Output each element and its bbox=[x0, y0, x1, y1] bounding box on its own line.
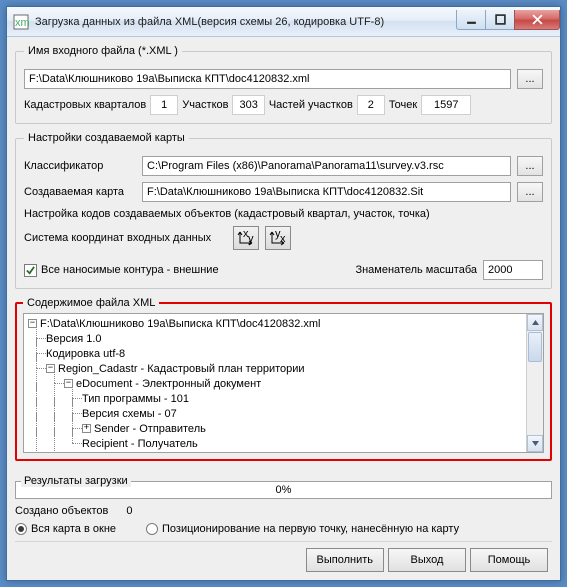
outer-contours-label: Все наносимые контура - внешние bbox=[41, 264, 219, 276]
scroll-up-button[interactable] bbox=[527, 314, 543, 331]
crs-yx-button[interactable]: yx bbox=[265, 226, 291, 250]
map-settings-group: Настройки создаваемой карты Классификато… bbox=[15, 132, 552, 289]
footer-buttons: Выполнить Выход Помощь bbox=[15, 541, 552, 574]
window-buttons bbox=[457, 10, 560, 30]
maximize-button[interactable] bbox=[485, 10, 515, 30]
tree-recipient[interactable]: Recipient - Получатель bbox=[82, 438, 198, 450]
tree-edoc[interactable]: eDocument - Электронный документ bbox=[76, 378, 261, 390]
parts-label: Частей участков bbox=[269, 99, 353, 111]
results-legend: Результаты загрузки bbox=[21, 475, 131, 487]
parcels-value: 303 bbox=[232, 95, 264, 115]
input-file-path[interactable]: F:\Data\Клюшниково 19а\Выписка КПТ\doc41… bbox=[24, 69, 511, 89]
run-button[interactable]: Выполнить bbox=[306, 548, 384, 572]
window-title: Загрузка данных из файла XML(версия схем… bbox=[35, 16, 457, 28]
scroll-down-button[interactable] bbox=[527, 435, 543, 452]
tree-sender[interactable]: Sender - Отправитель bbox=[94, 423, 206, 435]
crs-xy-button[interactable]: xy bbox=[233, 226, 259, 250]
opt-full-map-radio[interactable]: Вся карта в окне bbox=[15, 523, 116, 535]
parts-value: 2 bbox=[357, 95, 385, 115]
browse-classifier-button[interactable]: ... bbox=[517, 156, 543, 176]
expand-icon[interactable]: + bbox=[82, 424, 91, 433]
help-button[interactable]: Помощь bbox=[470, 548, 548, 572]
client-area: Имя входного файла (*.XML ) F:\Data\Клюш… bbox=[7, 37, 560, 580]
classifier-field[interactable]: C:\Program Files (x86)\Panorama\Panorama… bbox=[142, 156, 511, 176]
progress-text: 0% bbox=[276, 484, 292, 496]
scale-field[interactable]: 2000 bbox=[483, 260, 543, 280]
tree-version[interactable]: Версия 1.0 bbox=[46, 333, 102, 345]
created-objects-label: Создано объектов bbox=[15, 505, 108, 517]
close-button[interactable] bbox=[514, 10, 560, 30]
classifier-label: Классификатор bbox=[24, 160, 136, 172]
map-settings-legend: Настройки создаваемой карты bbox=[24, 132, 189, 144]
input-file-group: Имя входного файла (*.XML ) F:\Data\Клюш… bbox=[15, 45, 552, 124]
tree-schemaver[interactable]: Версия схемы - 07 bbox=[82, 408, 177, 420]
svg-text:xml: xml bbox=[15, 17, 29, 29]
titlebar[interactable]: xml Загрузка данных из файла XML(версия … bbox=[7, 7, 560, 37]
tree-scrollbar[interactable] bbox=[526, 314, 543, 452]
codes-hint: Настройка кодов создаваемых объектов (ка… bbox=[24, 208, 430, 220]
opt-position-label: Позиционирование на первую точку, нанесё… bbox=[162, 523, 459, 535]
exit-button[interactable]: Выход bbox=[388, 548, 466, 572]
browse-input-button[interactable]: ... bbox=[517, 69, 543, 89]
xml-contents-group: Содержимое файла XML −F:\Data\Клюшниково… bbox=[15, 297, 552, 461]
minimize-button[interactable] bbox=[456, 10, 486, 30]
tree-ptype[interactable]: Тип программы - 101 bbox=[82, 393, 189, 405]
opt-full-map-label: Вся карта в окне bbox=[31, 523, 116, 535]
collapse-icon[interactable]: − bbox=[46, 364, 55, 373]
collapse-icon[interactable]: − bbox=[28, 319, 37, 328]
xml-contents-legend: Содержимое файла XML bbox=[23, 297, 159, 309]
collapse-icon[interactable]: − bbox=[64, 379, 73, 388]
xml-tree[interactable]: −F:\Data\Клюшниково 19а\Выписка КПТ\doc4… bbox=[23, 313, 544, 453]
points-value: 1597 bbox=[421, 95, 471, 115]
scroll-thumb[interactable] bbox=[528, 332, 542, 362]
parcels-label: Участков bbox=[182, 99, 228, 111]
crs-label: Система координат входных данных bbox=[24, 232, 211, 244]
opt-position-radio[interactable]: Позиционирование на первую точку, нанесё… bbox=[146, 523, 459, 535]
dialog-window: xml Загрузка данных из файла XML(версия … bbox=[6, 6, 561, 581]
created-objects-value: 0 bbox=[126, 505, 132, 517]
tree-encoding[interactable]: Кодировка utf-8 bbox=[46, 348, 125, 360]
created-map-field[interactable]: F:\Data\Клюшниково 19а\Выписка КПТ\doc41… bbox=[142, 182, 511, 202]
scale-label: Знаменатель масштаба bbox=[355, 264, 477, 276]
browse-created-map-button[interactable]: ... bbox=[517, 182, 543, 202]
tree-region[interactable]: Region_Cadastr - Кадастровый план террит… bbox=[58, 363, 305, 375]
svg-text:x: x bbox=[280, 233, 286, 245]
points-label: Точек bbox=[389, 99, 417, 111]
svg-text:y: y bbox=[248, 233, 254, 245]
tree-root[interactable]: F:\Data\Клюшниково 19а\Выписка КПТ\doc41… bbox=[40, 318, 320, 330]
input-file-legend: Имя входного файла (*.XML ) bbox=[24, 45, 182, 57]
outer-contours-checkbox[interactable]: Все наносимые контура - внешние bbox=[24, 264, 219, 277]
kvartals-value: 1 bbox=[150, 95, 178, 115]
app-icon: xml bbox=[13, 14, 29, 30]
kvartals-label: Кадастровых кварталов bbox=[24, 99, 146, 111]
created-map-label: Создаваемая карта bbox=[24, 186, 136, 198]
